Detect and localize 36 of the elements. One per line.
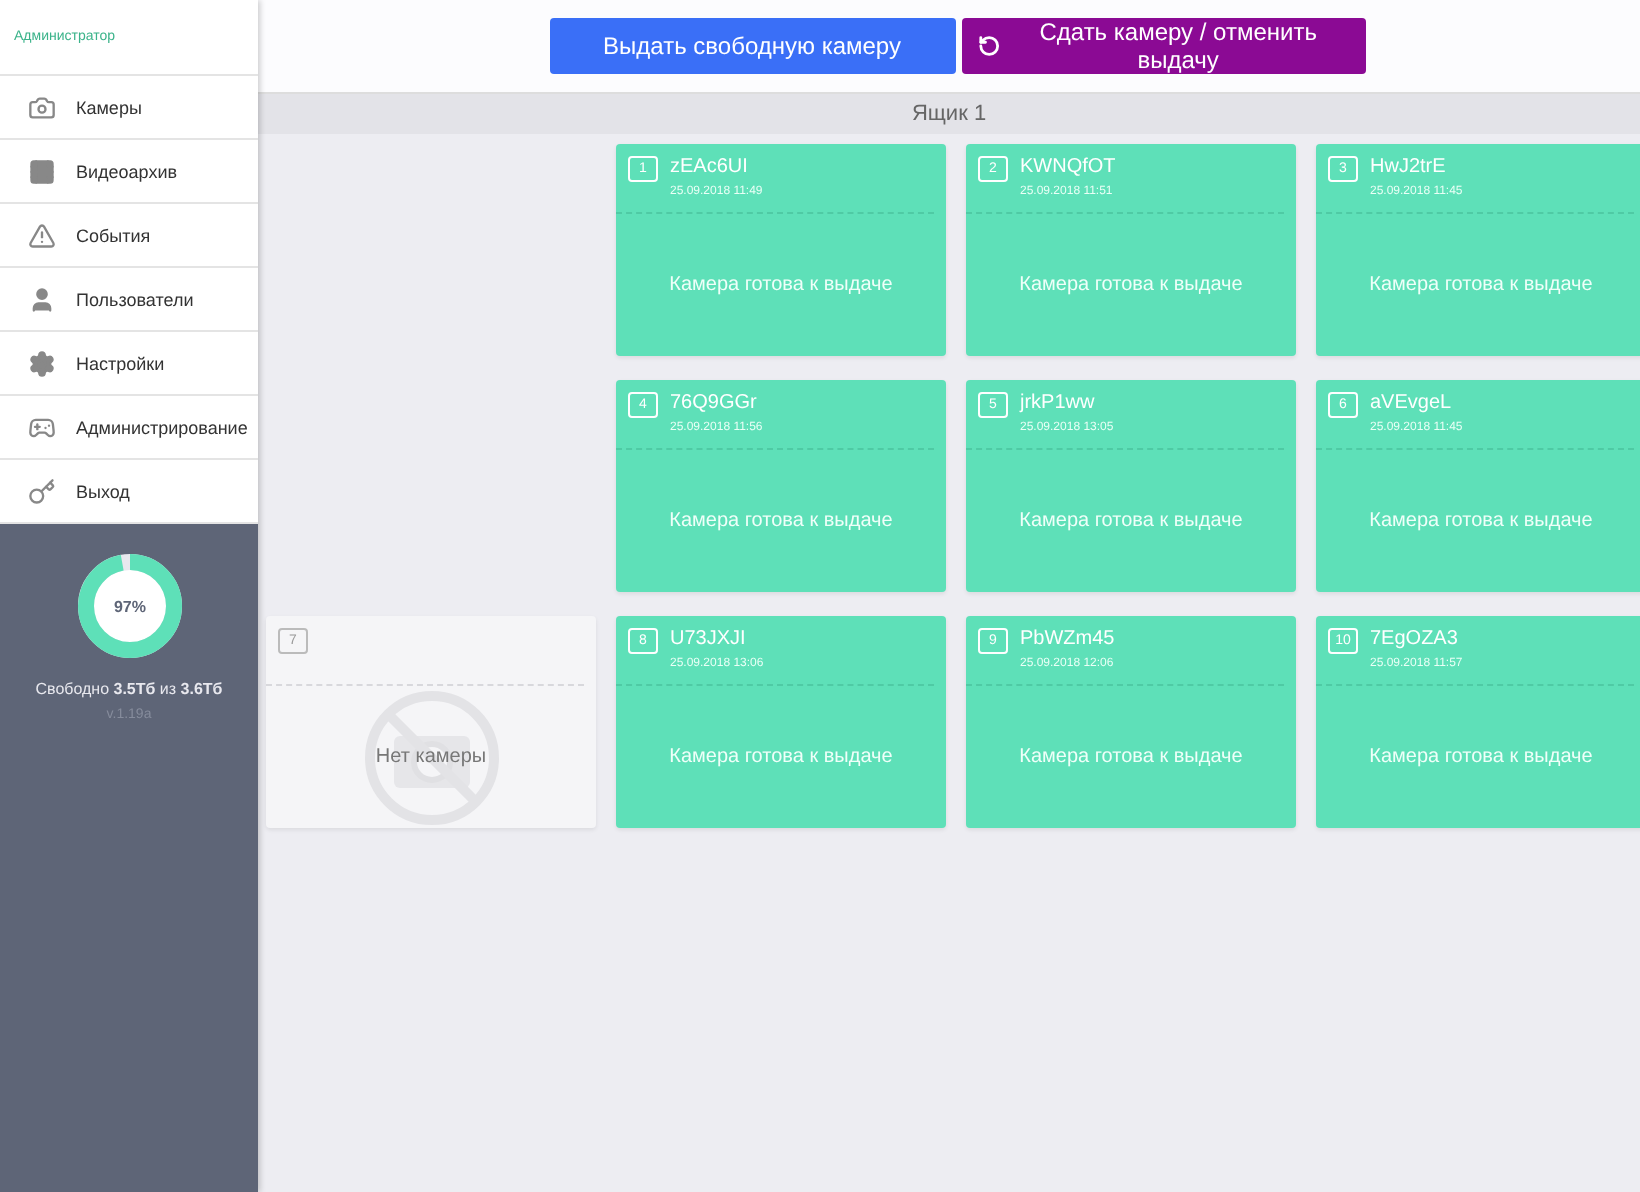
user-icon bbox=[28, 285, 56, 313]
warning-icon bbox=[28, 221, 56, 249]
camera-icon bbox=[28, 93, 56, 121]
camera-name: PbWZm45 bbox=[1020, 628, 1115, 650]
camera-name: zEAc6UI bbox=[670, 156, 750, 178]
camera-status: Камера готова к выдаче bbox=[1019, 510, 1243, 532]
issue-camera-button[interactable]: Выдать свободную камеру bbox=[549, 18, 955, 74]
nav-item[interactable]: Видеоархив bbox=[0, 140, 258, 204]
camera-name: jrkP1ww bbox=[1020, 392, 1097, 414]
camera-status: Камера готова к выдаче bbox=[1369, 746, 1593, 768]
key-icon bbox=[28, 477, 56, 505]
camera-status: Камера готова к выдаче bbox=[669, 510, 893, 532]
settings-icon bbox=[28, 349, 56, 377]
camera-status: Камера готова к выдаче bbox=[1369, 274, 1593, 296]
undo-icon bbox=[977, 34, 1000, 58]
camera-status: Камера готова к выдаче bbox=[669, 746, 893, 768]
nav-item[interactable]: Администрирование bbox=[0, 396, 258, 460]
camera-status: Камера готова к выдаче bbox=[1019, 746, 1243, 768]
camera-name: 76Q9GGr bbox=[670, 392, 759, 414]
camera-name: U73JXJI bbox=[670, 628, 748, 650]
gamepad-icon bbox=[28, 413, 56, 441]
camera-status: Нет камеры bbox=[375, 746, 487, 768]
camera-status: Камера готова к выдаче bbox=[1369, 510, 1593, 532]
storage-free-text: Свободно 3.5Тб из 3.6Тб bbox=[35, 680, 223, 698]
nav-item[interactable]: Пользователи bbox=[0, 268, 258, 332]
camera-name: 7EgOZA3 bbox=[1370, 628, 1460, 650]
box-title: Ящик 1 bbox=[258, 92, 1640, 134]
return-camera-button[interactable]: Сдать камеру / отменить выдачу bbox=[961, 18, 1365, 74]
camera-status: Камера готова к выдаче bbox=[669, 274, 893, 296]
nav-item[interactable]: Настройки bbox=[0, 332, 258, 396]
nav-item[interactable]: События bbox=[0, 204, 258, 268]
camera-name: KWNQfOT bbox=[1020, 156, 1116, 178]
camera-name: HwJ2trE bbox=[1370, 156, 1448, 178]
camera-status: Камера готова к выдаче bbox=[1019, 274, 1243, 296]
no-camera-icon bbox=[361, 687, 501, 827]
camera-name: aVEvgeL bbox=[1370, 392, 1454, 414]
